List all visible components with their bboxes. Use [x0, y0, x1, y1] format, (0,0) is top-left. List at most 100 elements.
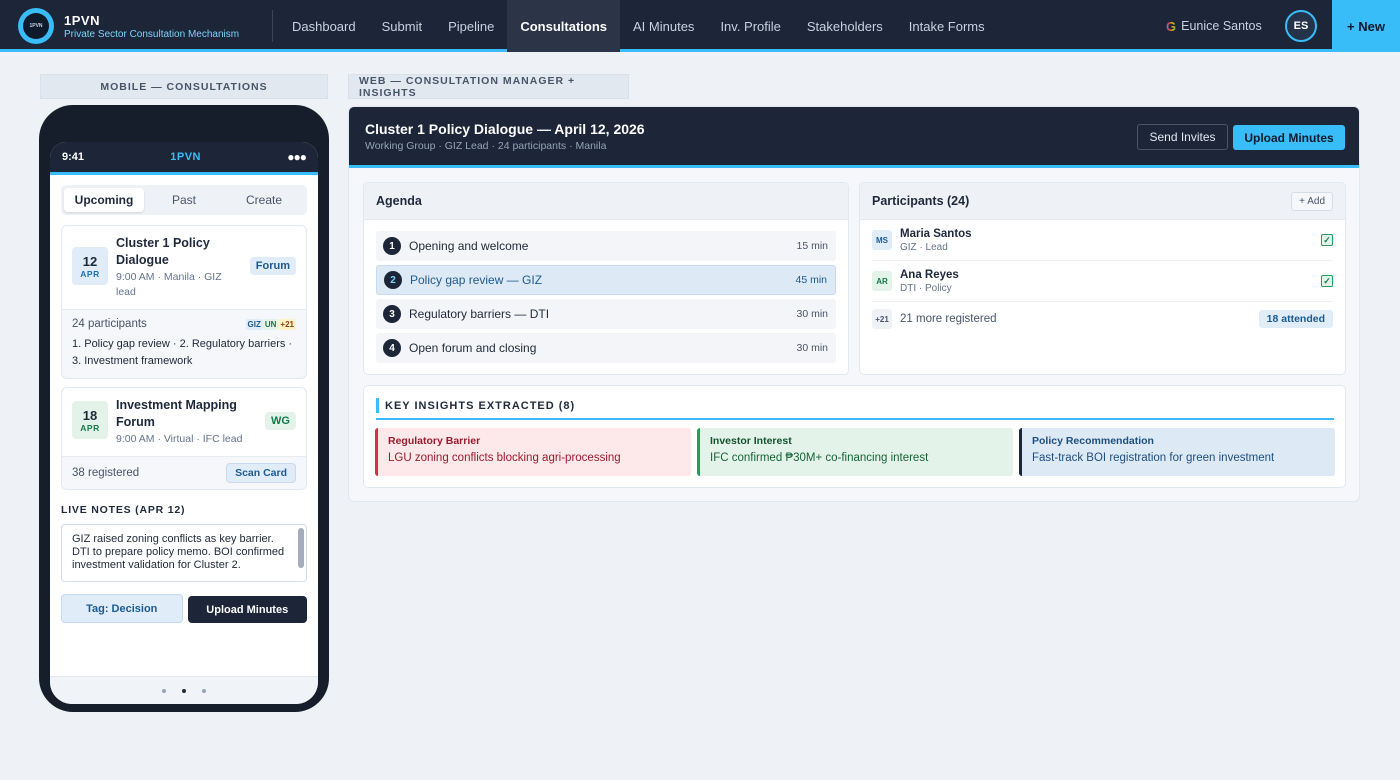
agenda-title: Agenda: [376, 194, 422, 208]
page-dot[interactable]: [202, 688, 206, 693]
insights-accent-bar: [376, 398, 379, 413]
send-invites-button[interactable]: Send Invites: [1137, 124, 1228, 150]
registered-count: 38 registered: [72, 467, 140, 479]
insight-regulatory-barrier[interactable]: Regulatory Barrier LGU zoning conflicts …: [375, 428, 691, 476]
scrollbar[interactable]: [298, 528, 304, 568]
insight-text: IFC confirmed ₱30M+ co-financing interes…: [710, 452, 929, 464]
agenda-number: 4: [383, 339, 401, 357]
live-notes-textarea[interactable]: GIZ raised zoning conflicts as key barri…: [61, 524, 307, 582]
agenda-duration: 30 min: [796, 342, 828, 354]
user-account[interactable]: G Eunice Santos: [1166, 0, 1262, 52]
attended-badge: 18 attended: [1258, 310, 1333, 328]
upload-minutes-button-mobile[interactable]: Upload Minutes: [187, 596, 307, 623]
nav-item-ai-minutes[interactable]: AI Minutes: [620, 0, 707, 52]
participant-row[interactable]: MS Maria Santos GIZ · Lead ✓: [872, 220, 1333, 261]
agenda-item[interactable]: 3 Regulatory barriers — DTI 30 min: [376, 299, 836, 329]
agenda-number: 3: [383, 305, 401, 323]
insight-text: LGU zoning conflicts blocking agri-proce…: [388, 452, 621, 464]
participant-row[interactable]: AR Ana Reyes DTI · Policy ✓: [872, 261, 1333, 302]
nav-item-consultations[interactable]: Consultations: [507, 0, 621, 52]
nav-item-intake-forms[interactable]: Intake Forms: [896, 0, 998, 52]
participants-title: Participants (24): [872, 194, 970, 208]
signal-icon: ●●●: [287, 150, 307, 164]
event-card[interactable]: 18 APR Investment Mapping Forum 9:00 AM …: [61, 387, 307, 490]
agenda-number: 2: [384, 271, 402, 289]
segmented-tabs: Upcoming Past Create: [61, 185, 307, 215]
org-badge: GIZ: [245, 318, 263, 330]
date-day: 12: [82, 253, 98, 269]
live-notes-text: GIZ raised zoning conflicts as key barri…: [72, 533, 285, 571]
event-meta: 9:00 AM · Virtual · IFC lead: [116, 433, 243, 445]
tab-past[interactable]: Past: [144, 188, 224, 212]
mobile-section-label: MOBILE — CONSULTATIONS: [40, 74, 328, 99]
event-card[interactable]: 12 APR Cluster 1 Policy Dialogue 9:00 AM…: [61, 225, 307, 379]
agenda-item-active[interactable]: 2 Policy gap review — GIZ 45 min: [376, 265, 836, 295]
web-section-label: WEB — CONSULTATION MANAGER + INSIGHTS: [348, 74, 629, 99]
participant-count: 24 participants: [72, 318, 147, 330]
add-participant-button[interactable]: + Add: [1291, 191, 1333, 211]
nav-item-dashboard[interactable]: Dashboard: [279, 0, 369, 52]
brand-name: 1PVN: [64, 12, 100, 28]
insight-text: Fast-track BOI registration for green in…: [1032, 452, 1275, 464]
event-type-badge: Forum: [249, 257, 296, 275]
insight-category: Policy Recommendation: [1032, 435, 1154, 447]
consultation-title: Cluster 1 Policy Dialogue — April 12, 20…: [365, 121, 645, 137]
top-nav: 1PVN 1PVN Private Sector Consultation Me…: [0, 0, 1400, 52]
agenda-item[interactable]: 1 Opening and welcome 15 min: [376, 231, 836, 261]
page-dot[interactable]: [162, 688, 166, 693]
participant-avatar: MS: [872, 230, 892, 250]
avatar[interactable]: ES: [1285, 10, 1317, 42]
scan-card-button[interactable]: Scan Card: [226, 463, 296, 483]
google-icon: G: [1166, 18, 1177, 34]
nav-item-stakeholders[interactable]: Stakeholders: [794, 0, 896, 52]
date-month: APR: [80, 422, 100, 433]
nav-menu: Dashboard Submit Pipeline Consultations …: [279, 0, 998, 52]
upload-minutes-button[interactable]: Upload Minutes: [1233, 125, 1345, 150]
agenda-label: Open forum and closing: [409, 341, 537, 355]
date-month: APR: [80, 268, 100, 279]
status-app-name: 1PVN: [170, 151, 202, 163]
nav-divider: [272, 10, 273, 42]
attendance-checkbox[interactable]: ✓: [1321, 275, 1333, 287]
tag-decision-button[interactable]: Tag: Decision: [61, 594, 183, 623]
participant-avatar: AR: [872, 271, 892, 291]
event-type-badge: WG: [265, 412, 296, 430]
brand[interactable]: 1PVN 1PVN Private Sector Consultation Me…: [18, 8, 239, 44]
phone-screen: 9:41 1PVN ●●● Upcoming Past Create 12 AP…: [50, 142, 318, 704]
date-day: 18: [82, 407, 98, 423]
event-meta: 9:00 AM · Manila · GIZ lead: [116, 271, 222, 298]
tab-upcoming[interactable]: Upcoming: [64, 188, 144, 212]
more-participants-row[interactable]: +21 21 more registered 18 attended: [872, 302, 1333, 336]
insight-policy-recommendation[interactable]: Policy Recommendation Fast-track BOI reg…: [1019, 428, 1335, 476]
consultation-manager: Cluster 1 Policy Dialogue — April 12, 20…: [348, 106, 1360, 502]
nav-item-submit[interactable]: Submit: [369, 0, 435, 52]
page-dot-active[interactable]: [182, 688, 186, 693]
tab-create[interactable]: Create: [224, 188, 304, 212]
insight-investor-interest[interactable]: Investor Interest IFC confirmed ₱30M+ co…: [697, 428, 1013, 476]
participant-name: Maria Santos: [900, 227, 972, 240]
participant-name: Ana Reyes: [900, 268, 959, 281]
agenda-item[interactable]: 4 Open forum and closing 30 min: [376, 333, 836, 363]
participants-card: Participants (24) + Add MS Maria Santos …: [859, 182, 1346, 375]
nav-item-inv-profile[interactable]: Inv. Profile: [707, 0, 793, 52]
date-badge: 18 APR: [72, 401, 108, 439]
nav-item-pipeline[interactable]: Pipeline: [435, 0, 507, 52]
agenda-label: Policy gap review — GIZ: [410, 273, 543, 287]
agenda-duration: 45 min: [795, 274, 827, 286]
event-title: Investment Mapping Forum: [116, 398, 237, 429]
org-badge-more: +21: [278, 318, 296, 330]
agenda-card: Agenda 1 Opening and welcome 15 min 2 Po…: [363, 182, 849, 375]
more-participants-text: 21 more registered: [900, 313, 997, 325]
participant-role: GIZ · Lead: [900, 241, 948, 253]
org-badges: GIZ UN +21: [245, 318, 296, 330]
live-notes-heading: LIVE NOTES (APR 12): [61, 504, 186, 516]
brand-subtitle: Private Sector Consultation Mechanism: [64, 28, 240, 40]
consultation-header: Cluster 1 Policy Dialogue — April 12, 20…: [349, 107, 1359, 168]
status-time: 9:41: [62, 151, 85, 163]
agenda-number: 1: [383, 237, 401, 255]
event-agenda-summary: 1. Policy gap review · 2. Regulatory bar…: [72, 338, 293, 367]
logo-text: 1PVN: [23, 13, 49, 39]
insight-category: Regulatory Barrier: [388, 435, 481, 447]
attendance-checkbox[interactable]: ✓: [1321, 234, 1333, 246]
new-button[interactable]: + New: [1332, 0, 1400, 52]
